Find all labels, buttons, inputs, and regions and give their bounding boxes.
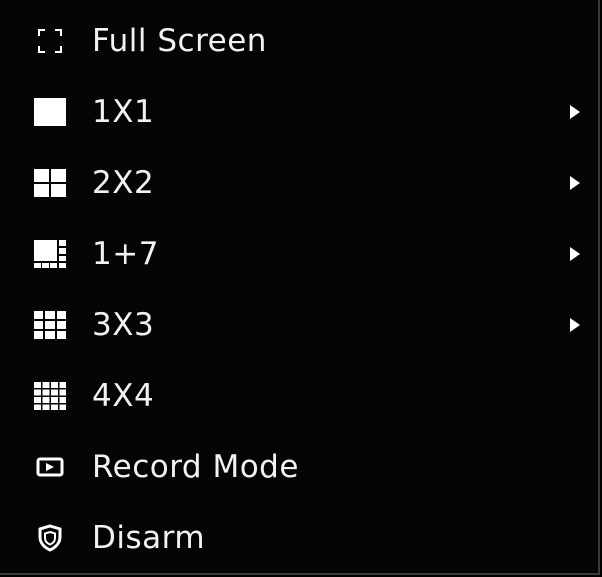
menu-item-full-screen[interactable]: Full Screen <box>0 6 598 76</box>
menu-item-label: Record Mode <box>92 449 299 485</box>
menu-item-label: 3X3 <box>92 307 155 343</box>
submenu-arrow-icon <box>569 104 583 120</box>
menu-item-label: 1X1 <box>92 94 155 130</box>
context-menu: Full Screen 1X1 2X2 1+7 3X3 4X4 Record M… <box>0 0 600 575</box>
menu-item-label: 4X4 <box>92 378 155 414</box>
fullscreen-icon <box>32 23 68 59</box>
menu-item-4x4[interactable]: 4X4 <box>0 361 598 431</box>
layout-1plus7-icon <box>32 236 68 272</box>
submenu-arrow-icon <box>569 175 583 191</box>
menu-item-1plus7[interactable]: 1+7 <box>0 219 598 289</box>
layout-2x2-icon <box>32 165 68 201</box>
menu-item-record-mode[interactable]: Record Mode <box>0 432 598 502</box>
shield-icon <box>32 520 68 556</box>
menu-item-2x2[interactable]: 2X2 <box>0 148 598 218</box>
menu-item-label: 1+7 <box>92 236 159 272</box>
record-mode-icon <box>32 449 68 485</box>
layout-3x3-icon <box>32 307 68 343</box>
layout-4x4-icon <box>32 378 68 414</box>
menu-item-label: Full Screen <box>92 23 267 59</box>
layout-1x1-icon <box>32 94 68 130</box>
menu-item-3x3[interactable]: 3X3 <box>0 290 598 360</box>
menu-item-1x1[interactable]: 1X1 <box>0 77 598 147</box>
submenu-arrow-icon <box>569 317 583 333</box>
menu-item-label: Disarm <box>92 520 206 556</box>
menu-item-disarm[interactable]: Disarm <box>0 503 598 573</box>
menu-item-label: 2X2 <box>92 165 155 201</box>
submenu-arrow-icon <box>569 246 583 262</box>
